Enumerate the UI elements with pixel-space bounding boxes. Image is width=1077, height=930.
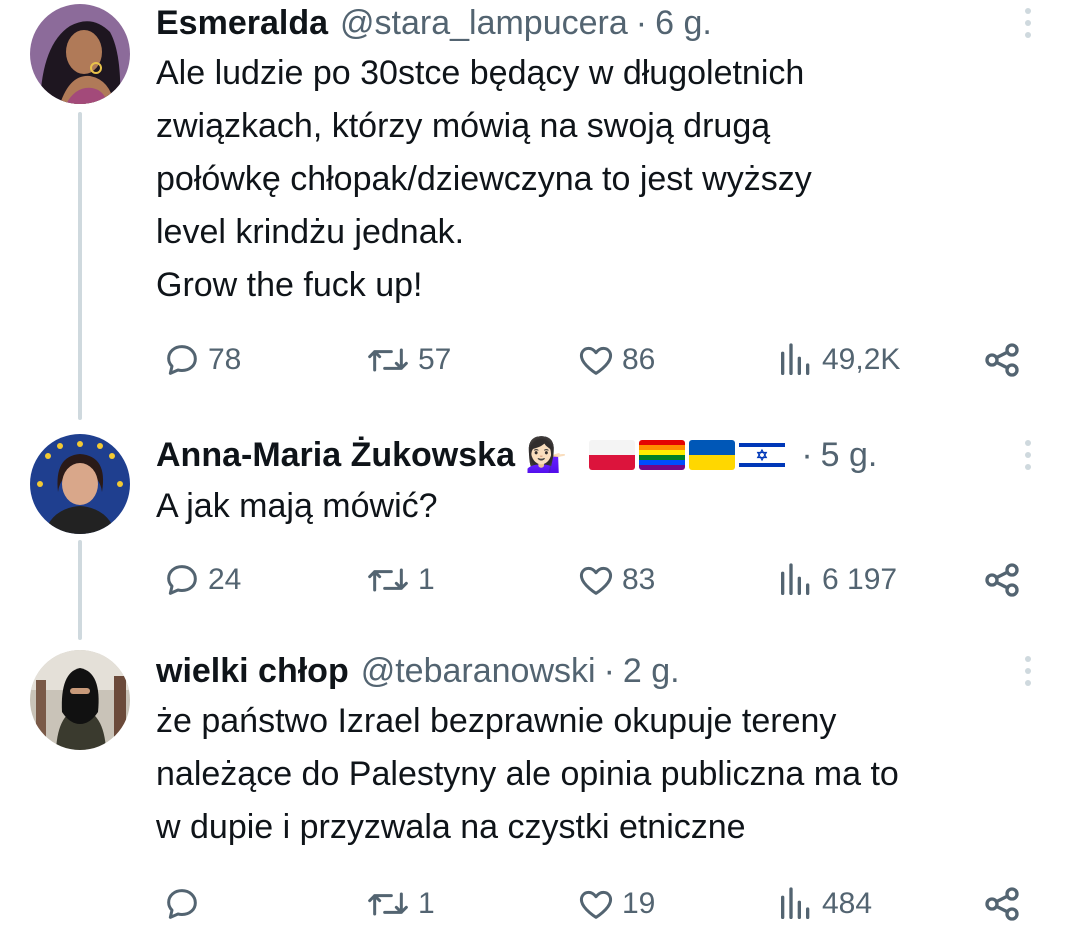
tweet-text: A jak mają mówić? [156,480,1056,533]
display-name[interactable]: Anna-Maria Żukowska [156,436,515,475]
share-icon [985,343,1019,377]
timestamp[interactable]: 6 g. [655,4,712,43]
rainbow-flag-icon [639,440,686,470]
separator-dot: · [603,651,615,690]
tweet-text-line: należące do Palestyny ale opinia publicz… [156,755,899,793]
retweet-icon [368,348,408,372]
retweet-count: 1 [418,563,435,596]
reply-button[interactable] [162,882,208,926]
tweet-text-line: połówkę chłopak/dziewczyna to jest wyższ… [156,160,812,198]
display-name[interactable]: wielki chłop [156,652,349,691]
like-button[interactable]: 86 [576,338,655,382]
person-tipping-hand-emoji: 💁🏻‍♀️ [524,436,568,474]
like-button[interactable]: 19 [576,882,655,926]
views-count: 49,2K [822,343,901,376]
tweet-header: Esmeralda @stara_lampucera · 6 g. [156,0,997,46]
views-count: 484 [822,887,873,920]
share-icon [985,563,1019,597]
retweet-icon [368,568,408,592]
tweet-text-line: A jak mają mówić? [156,487,438,525]
share-button[interactable] [982,882,1022,926]
avatar[interactable] [30,4,130,104]
reply-icon [167,345,197,375]
action-bar: 78 57 86 49,2K [156,338,1036,382]
tweet-text-line: związkach, którzy mówią na swoją drugą [156,107,771,145]
tweet[interactable]: Anna-Maria Żukowska 💁🏻‍♀️ · 5 g. [0,430,1077,630]
views-count: 6 197 [822,563,898,596]
like-icon [579,346,613,375]
action-bar: 1 19 484 [156,882,1036,926]
more-icon[interactable] [1015,432,1041,478]
views-icon [781,343,810,375]
views-icon [781,887,810,919]
retweet-button[interactable]: 1 [364,558,435,602]
tweet-text-line: Grow the fuck up! [156,266,423,304]
retweet-count: 1 [418,887,435,920]
like-count: 86 [622,343,656,376]
separator-dot: · [801,435,813,474]
reply-icon [167,565,197,595]
like-icon [579,566,613,595]
retweet-count: 57 [418,343,452,376]
retweet-button[interactable]: 57 [364,338,451,382]
more-icon[interactable] [1015,0,1041,46]
tweet-text-line: level krindżu jednak. [156,213,465,251]
reply-button[interactable]: 78 [162,338,241,382]
like-count: 83 [622,563,656,596]
separator-dot: · [635,3,648,42]
like-button[interactable]: 83 [576,558,655,602]
tweet-text-line: że państwo Izrael bezprawnie okupuje ter… [156,702,837,740]
retweet-button[interactable]: 1 [364,882,435,926]
user-handle[interactable]: @tebaranowski [361,652,596,691]
tweet-text-line: w dupie i przyzwala na czystki etniczne [156,808,746,846]
ukraine-flag-icon [689,440,736,470]
like-icon [579,890,613,919]
tweet[interactable]: wielki chłop @tebaranowski · 2 g. że pań… [0,646,1077,930]
tweet-header: wielki chłop @tebaranowski · 2 g. [156,648,997,694]
views-button[interactable]: 49,2K [776,338,900,382]
timestamp[interactable]: 2 g. [623,652,680,691]
reply-count: 78 [208,343,242,376]
israel-flag-icon [739,440,786,470]
more-icon[interactable] [1015,648,1041,694]
tweet-text: że państwo Izrael bezprawnie okupuje ter… [156,695,1056,854]
views-button[interactable]: 484 [776,882,872,926]
views-icon [781,563,810,595]
avatar[interactable] [30,650,130,750]
share-button[interactable] [982,558,1022,602]
tweet-thread: Esmeralda @stara_lampucera · 6 g. Ale lu… [0,0,1077,930]
poland-flag-icon [589,440,636,470]
tweet-text: Ale ludzie po 30stce będący w długoletni… [156,47,1056,312]
reply-button[interactable]: 24 [162,558,241,602]
action-bar: 24 1 83 6 197 [156,558,1036,602]
retweet-icon [368,892,408,916]
share-icon [985,887,1019,921]
timestamp[interactable]: 5 g. [821,436,878,475]
views-button[interactable]: 6 197 [776,558,897,602]
tweet-header: Anna-Maria Żukowska 💁🏻‍♀️ · 5 g. [156,432,997,478]
avatar[interactable] [30,434,130,534]
user-handle[interactable]: @stara_lampucera [340,4,628,43]
display-name[interactable]: Esmeralda [156,4,328,43]
share-button[interactable] [982,338,1022,382]
like-count: 19 [622,887,656,920]
reply-icon [167,889,197,919]
flag-emojis [589,440,789,470]
reply-count: 24 [208,563,242,596]
tweet[interactable]: Esmeralda @stara_lampucera · 6 g. Ale lu… [0,0,1077,410]
tweet-text-line: Ale ludzie po 30stce będący w długoletni… [156,54,805,92]
